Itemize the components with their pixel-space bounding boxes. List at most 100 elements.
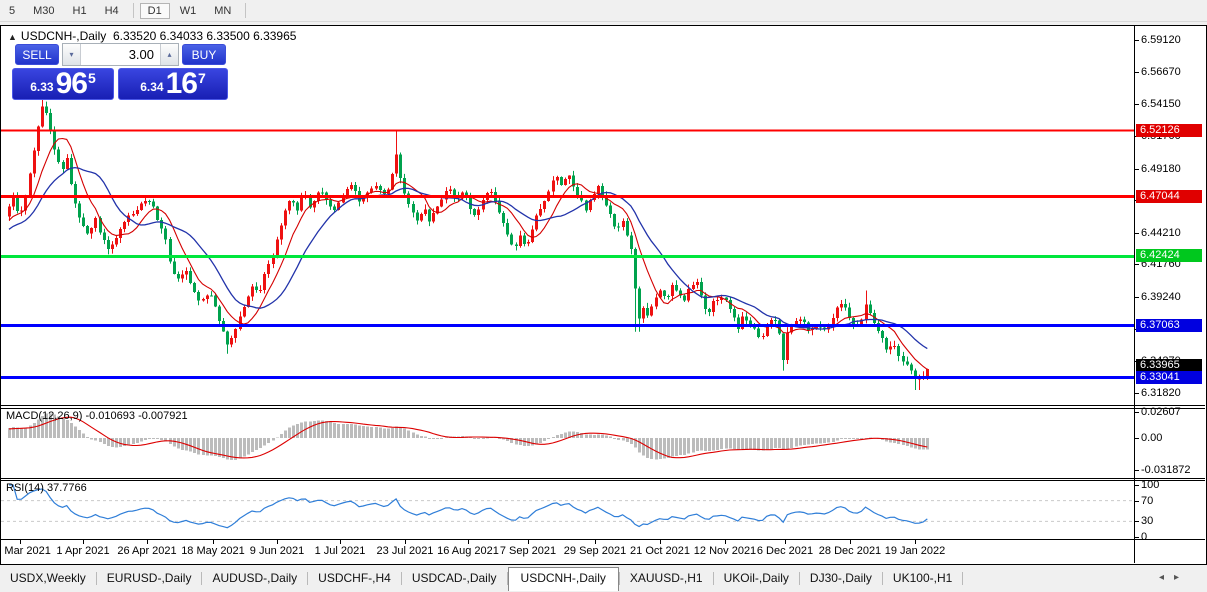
price-level-badge: 6.47044 bbox=[1136, 190, 1202, 203]
volume-stepper: ▾ 3.00 ▴ bbox=[62, 43, 179, 66]
sell-price-sup: 5 bbox=[88, 70, 96, 86]
macd-axis-tick bbox=[1135, 438, 1139, 439]
price-axis-label: 6.39240 bbox=[1141, 291, 1181, 303]
timeframe-button-M30[interactable]: M30 bbox=[25, 3, 62, 19]
timeframe-button-W1[interactable]: W1 bbox=[172, 3, 205, 19]
price-axis-tick bbox=[1135, 72, 1139, 73]
price-level-badge: 6.52126 bbox=[1136, 124, 1202, 137]
date-axis-tick bbox=[277, 540, 278, 544]
chart-tab-bar: USDX,WeeklyEURUSD-,DailyAUDUSD-,DailyUSD… bbox=[0, 565, 1207, 592]
macd-label: MACD(12,26,9) -0.010693 -0.007921 bbox=[6, 410, 188, 422]
price-axis-tick bbox=[1135, 393, 1139, 394]
timeframe-toolbar: 5M30H1H4 D1W1MN bbox=[0, 0, 1207, 22]
timeframe-button-H4[interactable]: H4 bbox=[97, 3, 127, 19]
price-axis-tick bbox=[1135, 297, 1139, 298]
rsi-axis-tick bbox=[1135, 521, 1139, 522]
price-axis-tick bbox=[1135, 233, 1139, 234]
price-axis-label: 6.54150 bbox=[1141, 98, 1181, 110]
sell-button[interactable]: SELL bbox=[15, 44, 59, 65]
date-axis-tick bbox=[785, 540, 786, 544]
chart-tab-xauusd-h1[interactable]: XAUUSD-,H1 bbox=[620, 568, 713, 589]
price-level-badge: 6.42424 bbox=[1136, 249, 1202, 262]
volume-increase-button[interactable]: ▴ bbox=[160, 44, 178, 65]
price-axis-label: 6.31820 bbox=[1141, 387, 1181, 399]
chart-tab-usdcnh-daily[interactable]: USDCNH-,Daily bbox=[508, 567, 619, 591]
date-axis-tick bbox=[405, 540, 406, 544]
date-axis-tick bbox=[528, 540, 529, 544]
chart-tab-usdx-weekly[interactable]: USDX,Weekly bbox=[0, 568, 96, 589]
price-axis-label: 6.56670 bbox=[1141, 66, 1181, 78]
rsi-axis-tick bbox=[1135, 537, 1139, 538]
volume-input[interactable]: 3.00 bbox=[81, 44, 160, 65]
terminal-window: 5M30H1H4D1W1MN ▲USDCNH-,Daily 6.33520 6.… bbox=[0, 0, 1207, 592]
rsi-axis-tick bbox=[1135, 501, 1139, 502]
date-axis-tick bbox=[83, 540, 84, 544]
date-axis-tick bbox=[340, 540, 341, 544]
price-axis-line bbox=[1134, 26, 1135, 563]
chart-tab-audusd-daily[interactable]: AUDUSD-,Daily bbox=[202, 568, 307, 589]
date-axis-tick bbox=[147, 540, 148, 544]
collapse-trade-panel-icon[interactable]: ▲ bbox=[8, 32, 17, 42]
price-level-badge: 6.37063 bbox=[1136, 319, 1202, 332]
sell-price-small: 6.33 bbox=[30, 80, 53, 94]
timeframe-button-D1[interactable]: D1 bbox=[140, 3, 170, 19]
tab-scroll-right-icon[interactable]: ▸ bbox=[1174, 572, 1189, 583]
macd-axis-label: -0.031872 bbox=[1141, 464, 1191, 476]
chart-tab-eurusd-daily[interactable]: EURUSD-,Daily bbox=[97, 568, 202, 589]
pane-separator bbox=[0, 539, 1205, 540]
date-axis-tick bbox=[915, 540, 916, 544]
price-axis-tick bbox=[1135, 169, 1139, 170]
macd-axis-label: 0.02607 bbox=[1141, 406, 1181, 418]
date-axis-label: 7 Sep 2021 bbox=[490, 545, 566, 557]
date-axis-label: 19 Jan 2022 bbox=[877, 545, 953, 557]
date-axis-tick bbox=[213, 540, 214, 544]
sell-price-big: 96 bbox=[56, 70, 87, 98]
rsi-indicator-canvas[interactable] bbox=[1, 481, 1134, 538]
timeframe-button-MN[interactable]: MN bbox=[206, 3, 239, 19]
date-axis-tick bbox=[468, 540, 469, 544]
rsi-axis-label: 30 bbox=[1141, 515, 1153, 527]
chart-tab-ukoil-daily[interactable]: UKOil-,Daily bbox=[714, 568, 799, 589]
rsi-axis-label: 70 bbox=[1141, 495, 1153, 507]
price-axis-label: 6.49180 bbox=[1141, 163, 1181, 175]
buy-button[interactable]: BUY bbox=[182, 44, 226, 65]
chart-ohlc-values: 6.33520 6.34033 6.33500 6.33965 bbox=[113, 29, 297, 43]
price-axis-label: 6.59120 bbox=[1141, 34, 1181, 46]
rsi-axis-tick bbox=[1135, 485, 1139, 486]
chart-tab-uk100-h1[interactable]: UK100-,H1 bbox=[883, 568, 962, 589]
chart-tab-dj30-daily[interactable]: DJ30-,Daily bbox=[800, 568, 882, 589]
volume-decrease-button[interactable]: ▾ bbox=[63, 44, 81, 65]
rsi-axis-label: 100 bbox=[1141, 479, 1159, 491]
date-axis-label: 26 Apr 2021 bbox=[109, 545, 185, 557]
date-axis-tick bbox=[725, 540, 726, 544]
chart-symbol-label: USDCNH-,Daily bbox=[21, 29, 106, 43]
timeframe-button-H1[interactable]: H1 bbox=[65, 3, 95, 19]
date-axis-tick bbox=[850, 540, 851, 544]
price-axis-tick bbox=[1135, 40, 1139, 41]
macd-axis-tick bbox=[1135, 470, 1139, 471]
tab-separator bbox=[962, 572, 963, 585]
tab-scroll-left-icon[interactable]: ◂ bbox=[1159, 572, 1174, 583]
chart-tab-usdchf-h4[interactable]: USDCHF-,H4 bbox=[308, 568, 401, 589]
price-level-badge: 6.33041 bbox=[1136, 371, 1202, 384]
toolbar-separator bbox=[133, 3, 134, 18]
date-axis-tick bbox=[595, 540, 596, 544]
macd-axis-tick bbox=[1135, 412, 1139, 413]
rsi-label: RSI(14) 37.7766 bbox=[6, 482, 87, 494]
timeframe-button-5[interactable]: 5 bbox=[1, 3, 23, 19]
sell-price-button[interactable]: 6.33 96 5 bbox=[12, 68, 114, 100]
toolbar-separator bbox=[245, 3, 246, 18]
chart-tab-usdcad-daily[interactable]: USDCAD-,Daily bbox=[402, 568, 507, 589]
macd-axis-label: 0.00 bbox=[1141, 432, 1162, 444]
pane-separator[interactable] bbox=[0, 405, 1205, 406]
price-axis-tick bbox=[1135, 264, 1139, 265]
chart-title: ▲ USDCNH-,Daily 6.33520 6.34033 6.33500 6… bbox=[8, 29, 296, 43]
price-axis-label: 6.44210 bbox=[1141, 227, 1181, 239]
date-axis-tick bbox=[20, 540, 21, 544]
buy-price-button[interactable]: 6.34 16 7 bbox=[118, 68, 228, 100]
buy-price-big: 16 bbox=[166, 70, 197, 98]
date-axis-tick bbox=[660, 540, 661, 544]
price-axis-tick bbox=[1135, 104, 1139, 105]
pane-separator[interactable] bbox=[0, 478, 1205, 479]
buy-price-sup: 7 bbox=[198, 70, 206, 86]
